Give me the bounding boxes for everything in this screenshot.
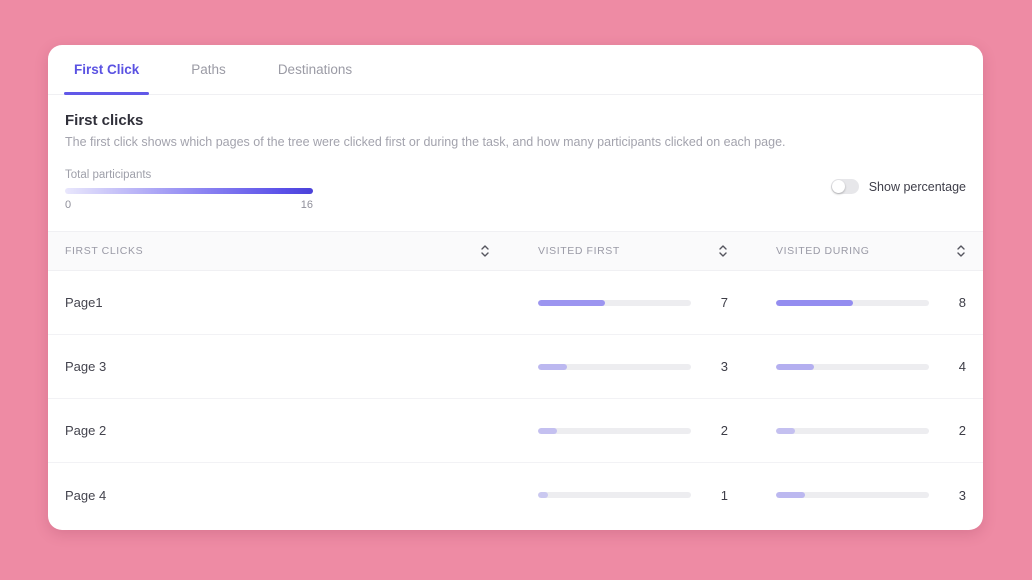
metric-value: 2 (721, 423, 728, 438)
tab-destinations[interactable]: Destinations (268, 45, 362, 94)
participants-scale: 0 16 (65, 199, 313, 211)
metric-bar-fill (776, 364, 814, 370)
page-title: First clicks (65, 112, 966, 129)
metric-bar (538, 300, 691, 306)
page-name: Page 4 (65, 488, 490, 503)
page-name: Page 2 (65, 423, 490, 438)
sort-updown-icon[interactable] (718, 243, 728, 259)
first-click-panel: First Click Paths Destinations First cli… (48, 45, 983, 530)
column-header-visited-during: VISITED DURING (776, 243, 966, 259)
metric-bar-fill (538, 428, 557, 434)
metric-value: 3 (721, 359, 728, 374)
metric-bar (538, 428, 691, 434)
section-intro: First clicks The first click shows which… (48, 95, 983, 149)
visited-first-cell: 7 (538, 295, 728, 310)
table-header: FIRST CLICKS VISITED FIRST VISITED DURIN… (48, 231, 983, 271)
participants-min: 0 (65, 199, 71, 211)
sort-updown-icon[interactable] (480, 243, 490, 259)
table-row[interactable]: Page1 7 8 (48, 271, 983, 335)
column-label: VISITED DURING (776, 245, 870, 257)
total-participants-bar (65, 188, 313, 194)
metric-bar-fill (776, 300, 853, 306)
metric-bar (776, 364, 929, 370)
total-participants-label: Total participants (65, 169, 313, 181)
participants-max: 16 (301, 199, 313, 211)
show-percentage-control: Show percentage (831, 179, 966, 194)
metric-bar (538, 364, 691, 370)
metric-value: 1 (721, 488, 728, 503)
tab-bar: First Click Paths Destinations (48, 45, 983, 95)
toggle-knob-icon (832, 180, 845, 193)
tab-first-click[interactable]: First Click (64, 45, 149, 94)
column-label: VISITED FIRST (538, 245, 620, 257)
metric-bar (776, 428, 929, 434)
table-row[interactable]: Page 4 1 3 (48, 463, 983, 527)
page-name: Page 3 (65, 359, 490, 374)
visited-first-cell: 3 (538, 359, 728, 374)
table-row[interactable]: Page 2 2 2 (48, 399, 983, 463)
show-percentage-label: Show percentage (869, 180, 966, 194)
tab-paths[interactable]: Paths (181, 45, 236, 94)
column-header-first-clicks: FIRST CLICKS (65, 243, 490, 259)
table-body: Page1 7 8 Page 3 3 4 Page 2 2 2 Page 4 1 3 (48, 271, 983, 527)
visited-during-cell: 3 (776, 488, 966, 503)
visited-during-cell: 8 (776, 295, 966, 310)
metric-bar (776, 300, 929, 306)
metric-bar-fill (538, 300, 605, 306)
metric-value: 3 (959, 488, 966, 503)
page-name: Page1 (65, 295, 490, 310)
metric-bar-fill (538, 364, 567, 370)
metric-bar-fill (776, 492, 805, 498)
metric-bar-fill (538, 492, 548, 498)
visited-first-cell: 1 (538, 488, 728, 503)
page-description: The first click shows which pages of the… (65, 135, 966, 149)
column-header-visited-first: VISITED FIRST (538, 243, 728, 259)
metric-value: 2 (959, 423, 966, 438)
column-label: FIRST CLICKS (65, 245, 143, 257)
table-row[interactable]: Page 3 3 4 (48, 335, 983, 399)
visited-first-cell: 2 (538, 423, 728, 438)
sort-updown-icon[interactable] (956, 243, 966, 259)
visited-during-cell: 4 (776, 359, 966, 374)
show-percentage-toggle[interactable] (831, 179, 859, 194)
metric-value: 7 (721, 295, 728, 310)
metric-bar-fill (776, 428, 795, 434)
metric-value: 8 (959, 295, 966, 310)
controls-row: Total participants 0 16 Show percentage (48, 169, 983, 211)
visited-during-cell: 2 (776, 423, 966, 438)
total-participants-block: Total participants 0 16 (65, 169, 313, 211)
metric-bar (776, 492, 929, 498)
first-clicks-table: FIRST CLICKS VISITED FIRST VISITED DURIN… (48, 231, 983, 527)
metric-bar (538, 492, 691, 498)
metric-value: 4 (959, 359, 966, 374)
